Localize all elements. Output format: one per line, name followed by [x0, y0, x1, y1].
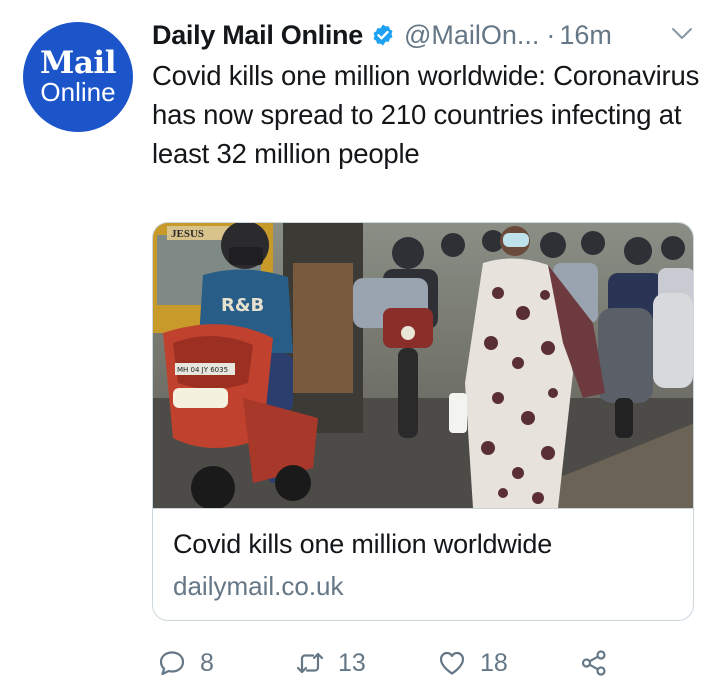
heart-icon [439, 651, 465, 675]
author-name[interactable]: Daily Mail Online [152, 20, 363, 51]
share-button[interactable] [580, 645, 622, 681]
reply-button[interactable]: 8 [158, 645, 214, 681]
reply-icon [159, 651, 185, 676]
tweet-header: Daily Mail Online @MailOn... · 16m [152, 14, 697, 56]
like-count: 18 [480, 648, 508, 677]
reply-count: 8 [200, 648, 214, 677]
tweet-text: Covid kills one million worldwide: Coron… [152, 60, 700, 169]
license-plate-text: MH 04 JY 6035 [177, 366, 228, 374]
timestamp[interactable]: 16m [559, 20, 612, 51]
card-domain: dailymail.co.uk [173, 571, 344, 601]
bus-sign-text: JESUS [171, 228, 204, 240]
like-button[interactable]: 18 [438, 645, 508, 681]
card-image: JESUS R&B MH 04 JY 6035 [153, 223, 693, 510]
link-card[interactable]: JESUS R&B MH 04 JY 6035 Covid kills one … [152, 222, 694, 621]
retweet-count: 13 [338, 648, 366, 677]
verified-badge-icon [371, 23, 395, 47]
shirt-text: R&B [221, 295, 264, 316]
author-handle[interactable]: @MailOn... [404, 20, 539, 51]
avatar[interactable]: Mail Online [23, 22, 133, 132]
chevron-down-icon[interactable] [671, 26, 693, 42]
tweet-actions: 8 13 18 [152, 640, 697, 686]
card-title: Covid kills one million worldwide [173, 529, 553, 559]
avatar-logo-line2: Online [40, 77, 116, 107]
avatar-logo-line1: Mail [40, 45, 116, 81]
retweet-button[interactable]: 13 [296, 645, 366, 681]
share-icon [581, 650, 606, 676]
retweet-icon [296, 652, 324, 674]
separator-dot: · [546, 19, 556, 50]
